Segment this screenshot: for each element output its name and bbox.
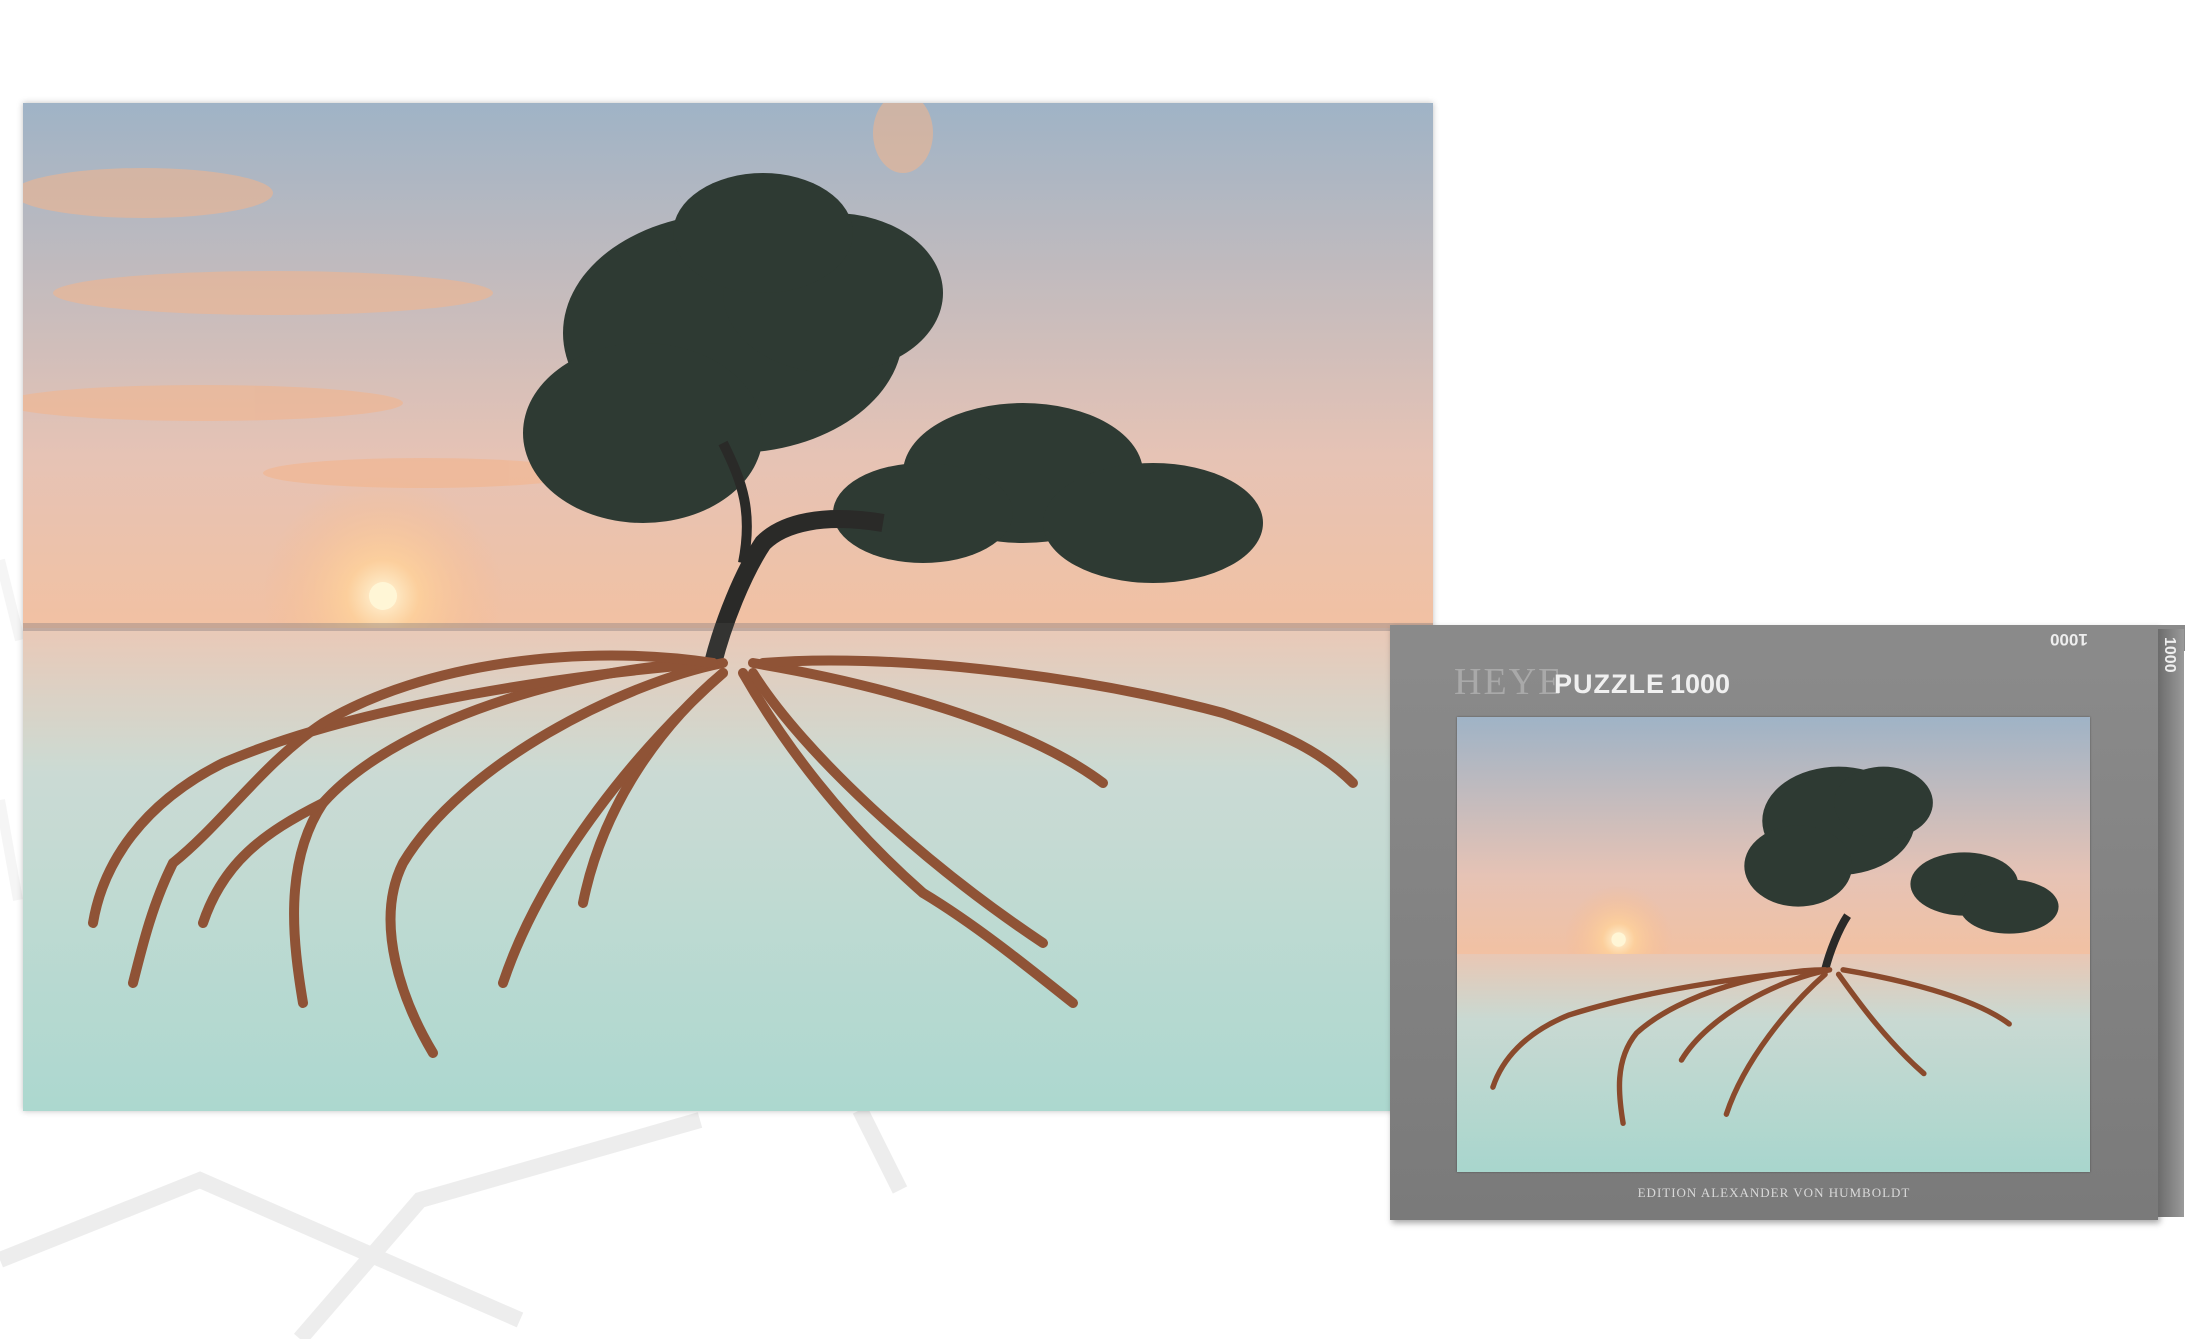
edition-label: EDITION ALEXANDER VON HUMBOLDT [1637, 1185, 1911, 1200]
puzzle-image [23, 103, 1433, 1111]
box-top-label: 1000 [2050, 630, 2088, 649]
box-front: 1000 HEYE PUZZLE 1000 EDITION ALEXANDER … [1390, 625, 2185, 1220]
box-side-label: 1000 [2161, 637, 2178, 673]
box-title: PUZZLE [1554, 669, 1665, 699]
puzzle-box: 1000 HEYE PUZZLE 1000 EDITION ALEXANDER … [1390, 625, 2185, 1220]
box-side: 1000 [2158, 629, 2184, 1217]
piece-count: 1000 [1670, 669, 1731, 699]
brand-logo: HEYE [1454, 661, 1564, 703]
box-image [1457, 717, 2090, 1172]
box-top: 1000 [1390, 625, 2185, 651]
